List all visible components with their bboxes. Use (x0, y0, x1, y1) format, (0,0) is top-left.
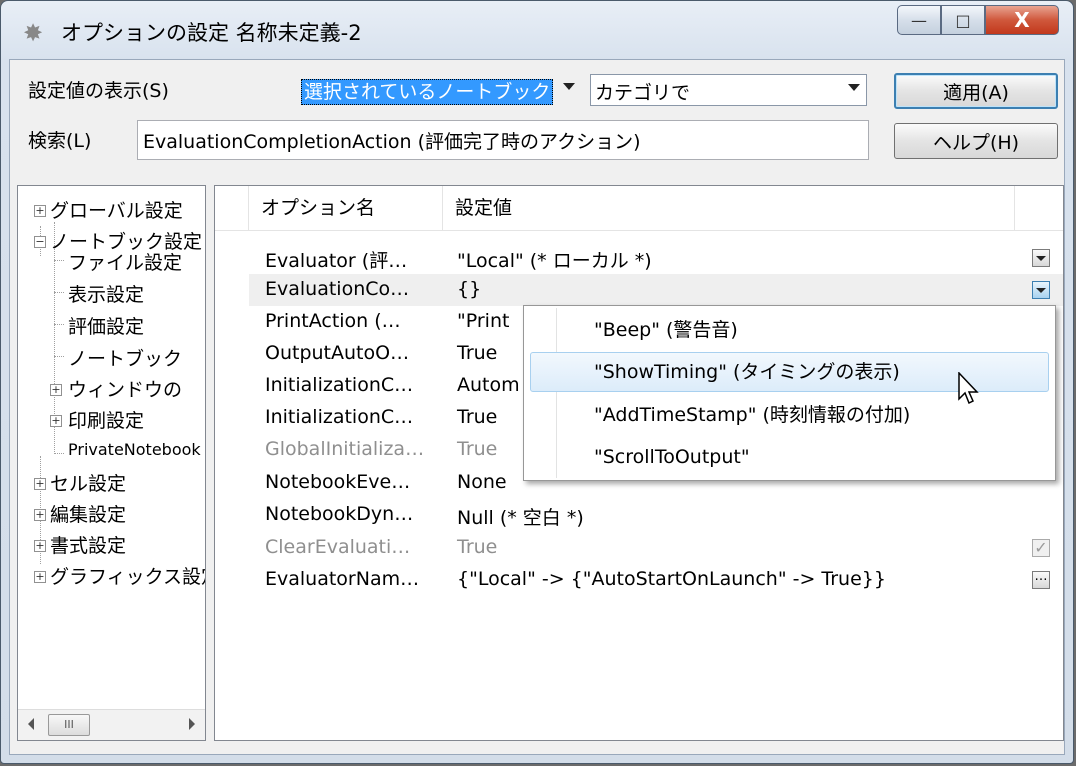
expand-icon[interactable]: + (34, 509, 46, 521)
tree-item-print[interactable]: 印刷設定 (68, 406, 144, 433)
expand-icon[interactable]: + (34, 571, 46, 583)
tree-item-notebook-sub[interactable]: ノートブック (68, 344, 182, 371)
option-name: PrintAction (… (265, 310, 401, 332)
gear-icon: ✸ (23, 19, 44, 47)
menu-item-scroll-to-output[interactable]: "ScrollToOutput" (530, 437, 1049, 477)
grid-header: オプション名 設定値 (215, 186, 1063, 231)
tree-item-file[interactable]: ファイル設定 (68, 248, 182, 275)
option-name: EvaluationCo… (265, 278, 410, 300)
minimize-icon: — (911, 10, 927, 30)
menu-item-beep[interactable]: "Beep" (警告音) (530, 310, 1049, 350)
tree-item-display[interactable]: 表示設定 (68, 280, 144, 307)
option-value: Autom (457, 374, 520, 396)
tree-item-global[interactable]: グローバル設定 (50, 196, 183, 223)
display-label: 設定値の表示(S) (28, 80, 169, 102)
category-dropdown[interactable]: カテゴリで (590, 74, 867, 106)
row-dropdown-button[interactable] (1032, 281, 1050, 299)
apply-button[interactable]: 適用(A) (894, 73, 1058, 109)
checkbox[interactable]: ✓ (1032, 539, 1050, 557)
window-controls: — □ X (897, 5, 1059, 35)
row-dropdown-button[interactable] (1032, 249, 1050, 267)
option-value: True (457, 438, 498, 460)
expand-icon[interactable]: + (50, 384, 62, 396)
chevron-down-icon (1036, 256, 1046, 261)
option-value: None (457, 471, 507, 493)
maximize-icon: □ (955, 10, 971, 30)
mouse-cursor-icon (958, 372, 979, 405)
tree-item-private[interactable]: PrivateNotebook (68, 440, 201, 459)
option-name: InitializationC… (265, 374, 414, 396)
option-name: OutputAutoO… (265, 342, 410, 364)
tree-horizontal-scrollbar[interactable]: III (18, 709, 205, 740)
ellipsis-icon: … (1034, 569, 1048, 584)
scroll-left-icon[interactable] (28, 718, 34, 730)
scroll-thumb[interactable]: III (48, 714, 90, 736)
help-button[interactable]: ヘルプ(H) (894, 123, 1058, 159)
option-value: "Print (457, 310, 510, 332)
column-header-option-name[interactable]: オプション名 (249, 186, 443, 230)
minimize-button[interactable]: — (897, 5, 941, 35)
option-name: ClearEvaluati… (265, 536, 411, 558)
window-title: オプションの設定 名称未定義-2 (61, 21, 362, 45)
maximize-button[interactable]: □ (941, 5, 985, 35)
scope-value: 選択されているノートブック (301, 79, 554, 105)
search-input[interactable]: EvaluationCompletionAction (評価完了時のアクション) (137, 120, 869, 160)
option-name: Evaluator (評… (265, 250, 408, 272)
option-value: True (457, 342, 498, 364)
scroll-right-icon[interactable] (189, 718, 195, 730)
option-name: NotebookEve… (265, 471, 411, 493)
option-value: {} (457, 278, 482, 300)
option-name: EvaluatorNam… (265, 568, 420, 590)
option-value: {"Local" -> {"AutoStartOnLaunch" -> True… (457, 568, 886, 590)
chevron-down-icon (1036, 288, 1046, 293)
expand-icon[interactable]: + (34, 540, 46, 552)
category-value: カテゴリで (595, 82, 691, 104)
checkmark-icon: ✓ (1034, 538, 1048, 557)
ellipsis-button[interactable]: … (1032, 569, 1050, 589)
chevron-down-icon (563, 83, 575, 90)
tree-item-cell[interactable]: セル設定 (50, 469, 126, 496)
scope-dropdown[interactable]: 選択されているノートブック (297, 74, 581, 106)
expand-icon[interactable]: + (34, 205, 46, 217)
table-row[interactable]: Evaluator (評… "Local" (* ローカル *) (249, 242, 1063, 274)
search-label: 検索(L) (28, 130, 92, 152)
tree-item-window[interactable]: ウィンドウの (68, 375, 182, 402)
option-value: Null (* 空白 *) (457, 507, 584, 529)
tree-item-graphics[interactable]: グラフィックス設定 (50, 562, 205, 589)
option-value: "Local" (* ローカル *) (457, 250, 652, 272)
close-button[interactable]: X (985, 5, 1059, 35)
category-tree[interactable]: + グローバル設定 − ノートブック設定 ファイル設定 表示設定 評価設定 ノー… (17, 185, 206, 741)
table-row[interactable]: EvaluationCo… {} (249, 274, 1063, 306)
expand-icon[interactable]: + (50, 415, 62, 427)
tree-item-format[interactable]: 書式設定 (50, 531, 126, 558)
collapse-icon[interactable]: − (34, 236, 46, 248)
table-row[interactable]: NotebookDyn… Null (* 空白 *) (249, 499, 1063, 531)
option-name: NotebookDyn… (265, 503, 414, 525)
tree-item-evaluation[interactable]: 評価設定 (68, 312, 144, 339)
chevron-down-icon (848, 84, 860, 91)
close-icon: X (1014, 8, 1030, 32)
table-row[interactable]: ClearEvaluati… True ✓ (249, 532, 1063, 564)
column-header-value[interactable]: 設定値 (443, 186, 1015, 230)
expand-icon[interactable]: + (34, 478, 46, 490)
option-name: InitializationC… (265, 406, 414, 428)
table-row[interactable]: EvaluatorNam… {"Local" -> {"AutoStartOnL… (249, 564, 1063, 596)
option-value: True (457, 536, 498, 558)
option-value: True (457, 406, 498, 428)
tree-item-edit[interactable]: 編集設定 (50, 500, 126, 527)
title-bar[interactable]: ✸ オプションの設定 名称未定義-2 — □ X (1, 1, 1073, 61)
option-name: GlobalInitializa… (265, 438, 425, 460)
